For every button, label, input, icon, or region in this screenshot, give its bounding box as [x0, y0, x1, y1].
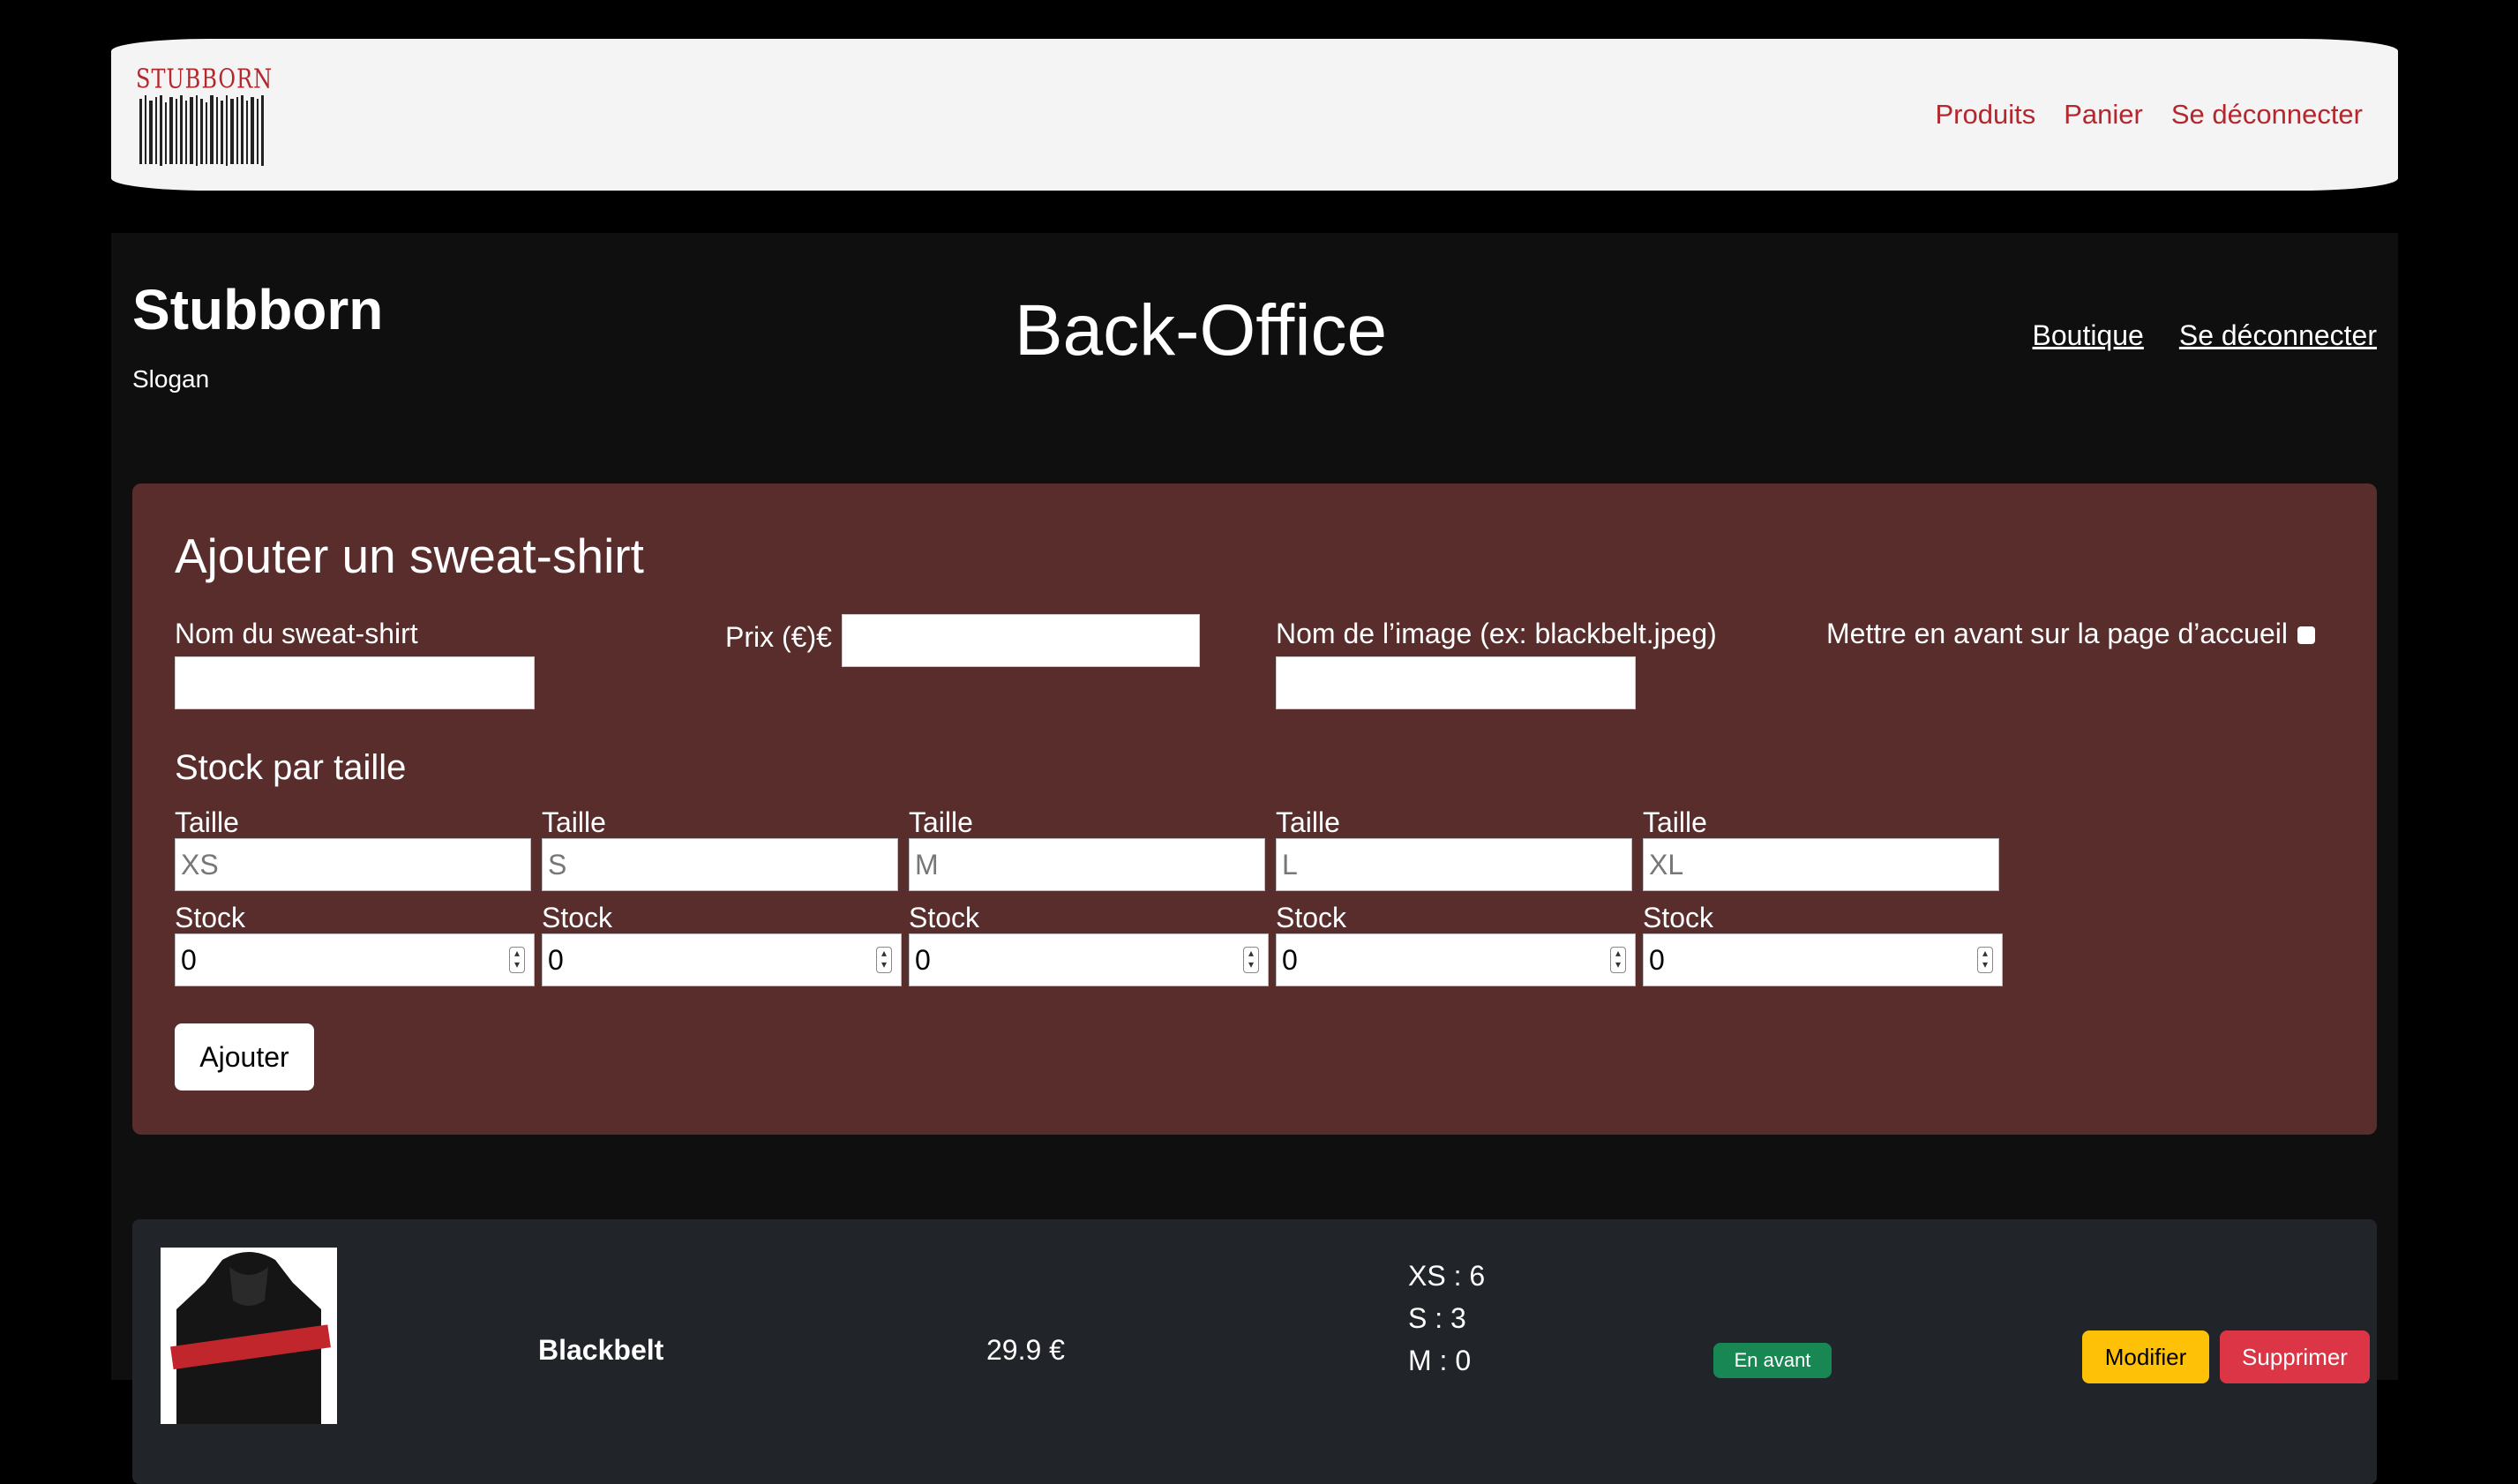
add-sweatshirt-form: Ajouter un sweat-shirt Nom du sweat-shir… — [132, 483, 2377, 1135]
image-label: Nom de l’image (ex: blackbelt.jpeg) — [1276, 618, 1717, 649]
size-input-m[interactable] — [909, 838, 1265, 891]
stock-value: 0 — [1649, 944, 1665, 976]
header-link-boutique[interactable]: Boutique — [2033, 319, 2144, 352]
price-label: Prix (€)€ — [725, 621, 832, 653]
stock-input-m[interactable]: 0 ▴ ▾ — [909, 933, 1269, 986]
stock-input-s[interactable]: 0 ▴ ▾ — [542, 933, 902, 986]
product-price: 29.9 € — [986, 1334, 1065, 1366]
form-title: Ajouter un sweat-shirt — [175, 528, 644, 583]
add-button[interactable]: Ajouter — [175, 1023, 314, 1091]
nav-link-logout[interactable]: Se déconnecter — [2171, 99, 2363, 131]
product-row: Blackbelt 29.9 € XS : 6 S : 3 M : 0 En a… — [132, 1219, 2377, 1484]
stock-input-l[interactable]: 0 ▴ ▾ — [1276, 933, 1636, 986]
size-label: Taille — [1276, 806, 1340, 838]
stock-value: 0 — [1282, 944, 1298, 976]
logo-barcode-graphic — [139, 95, 264, 166]
header-links: Boutique Se déconnecter — [2033, 319, 2377, 352]
product-stock-list: XS : 6 S : 3 M : 0 — [1408, 1255, 1485, 1382]
spinner-icon[interactable]: ▴ ▾ — [1610, 947, 1626, 973]
stock-value: 0 — [915, 944, 931, 976]
stock-line: XS : 6 — [1408, 1260, 1486, 1292]
hoodie-icon — [170, 1252, 331, 1424]
name-input[interactable] — [175, 656, 535, 709]
size-input-s[interactable] — [542, 838, 898, 891]
stock-label: Stock — [909, 902, 980, 933]
stock-label: Stock — [175, 902, 246, 933]
featured-badge: En avant — [1713, 1343, 1832, 1378]
stock-label: Stock — [1276, 902, 1347, 933]
header-link-logout[interactable]: Se déconnecter — [2179, 319, 2377, 352]
page-title: Back-Office — [1014, 290, 1388, 371]
stock-section-title: Stock par taille — [175, 748, 407, 787]
stock-value: 0 — [548, 944, 564, 976]
spinner-icon[interactable]: ▴ ▾ — [509, 947, 525, 973]
name-label: Nom du sweat-shirt — [175, 618, 418, 649]
product-name: Blackbelt — [538, 1334, 664, 1366]
product-image — [161, 1248, 337, 1424]
price-input[interactable] — [842, 614, 1200, 667]
size-label: Taille — [909, 806, 973, 838]
image-name-input[interactable] — [1276, 656, 1636, 709]
spinner-icon[interactable]: ▴ ▾ — [876, 947, 892, 973]
nav-link-panier[interactable]: Panier — [2064, 99, 2143, 131]
nav-link-produits[interactable]: Produits — [1936, 99, 2036, 131]
stock-line: S : 3 — [1408, 1302, 1466, 1334]
stubborn-logo[interactable]: STUBBORN — [136, 64, 274, 166]
top-navbar: STUBBORN Produits Panier Se déconnecter — [111, 39, 2398, 191]
size-input-xl[interactable] — [1643, 838, 1999, 891]
delete-button[interactable]: Supprimer — [2220, 1330, 2370, 1383]
stock-label: Stock — [1643, 902, 1714, 933]
stock-line: M : 0 — [1408, 1345, 1472, 1376]
featured-label: Mettre en avant sur la page d’accueil — [1826, 618, 2288, 649]
featured-checkbox[interactable] — [2297, 626, 2315, 644]
stock-input-xs[interactable]: 0 ▴ ▾ — [175, 933, 535, 986]
stock-input-xl[interactable]: 0 ▴ ▾ — [1643, 933, 2003, 986]
edit-button[interactable]: Modifier — [2082, 1330, 2209, 1383]
size-input-l[interactable] — [1276, 838, 1632, 891]
spinner-icon[interactable]: ▴ ▾ — [1243, 947, 1259, 973]
spinner-icon[interactable]: ▴ ▾ — [1977, 947, 1993, 973]
stock-label: Stock — [542, 902, 613, 933]
navbar-links: Produits Panier Se déconnecter — [1936, 39, 2364, 191]
size-label: Taille — [1643, 806, 1707, 838]
size-label: Taille — [175, 806, 239, 838]
size-label: Taille — [542, 806, 606, 838]
logo-text: STUBBORN — [136, 64, 274, 94]
stock-value: 0 — [181, 944, 197, 976]
main-container: Stubborn Slogan Back-Office Boutique Se … — [111, 233, 2398, 1484]
size-input-xs[interactable] — [175, 838, 531, 891]
